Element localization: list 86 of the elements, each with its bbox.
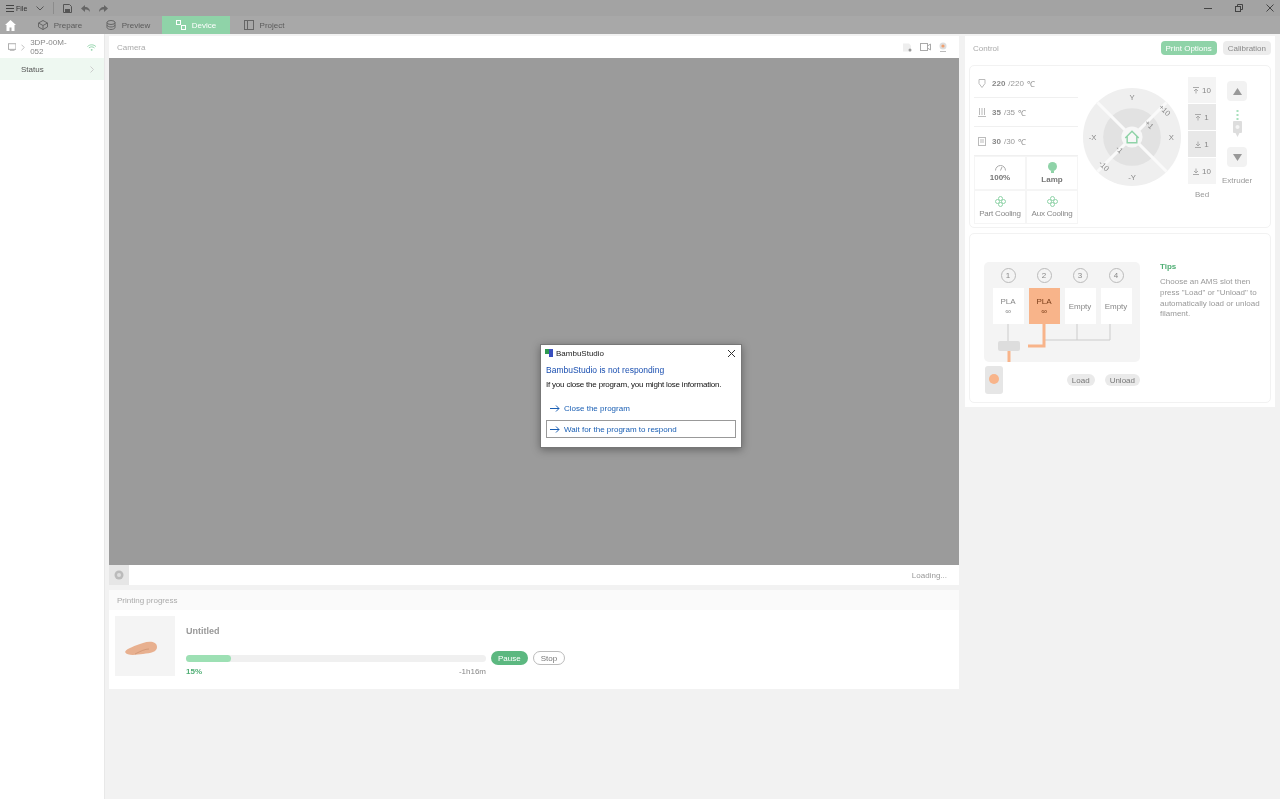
ams-slot[interactable]: PLA ∞ (992, 288, 1024, 324)
temperature-unit: ℃ (1018, 136, 1027, 147)
home-icon[interactable] (5, 19, 16, 31)
arrow-down-icon (1195, 140, 1202, 148)
temperature-unit: ℃ (1026, 78, 1035, 89)
app-icon (545, 349, 553, 357)
camera-status: Loading... (911, 570, 947, 580)
webcam-icon[interactable] (939, 42, 947, 52)
fan-icon[interactable] (994, 196, 1006, 207)
fan-label: Part Cooling (979, 209, 1021, 218)
arrow-up-icon (1195, 113, 1202, 121)
extruder-label: Extruder (1222, 176, 1253, 185)
record-button[interactable] (109, 565, 129, 585)
wifi-icon (86, 43, 96, 51)
lamp-label: Lamp (1041, 175, 1063, 184)
triangle-up-icon (1232, 87, 1242, 95)
panel-icon (243, 20, 254, 30)
ams-slot[interactable]: Empty (1100, 288, 1132, 324)
sd-card-icon[interactable] (902, 42, 912, 52)
load-button[interactable]: Load (1066, 374, 1095, 386)
extrude-up-button[interactable] (1227, 81, 1248, 101)
dialog-title: BambuStudio (556, 348, 605, 358)
dialog-option[interactable]: Wait for the program to respond (546, 420, 736, 438)
control-title: Control (973, 43, 999, 53)
temperature-value: 220 (992, 78, 1006, 88)
restore-icon[interactable] (1235, 4, 1243, 12)
lamp-icon[interactable] (1047, 162, 1057, 173)
dialog-message: If you close the program, you might lose information. (546, 380, 723, 389)
close-icon[interactable] (728, 349, 735, 357)
temperature-target[interactable]: /220 (1008, 78, 1024, 88)
fan-icon[interactable] (1046, 196, 1058, 207)
cylinder-icon (105, 20, 116, 30)
devices-icon (175, 20, 186, 30)
progress-title: Printing progress (117, 595, 178, 605)
camera-title: Camera (117, 42, 146, 52)
ams-slot[interactable]: PLA ∞ (1028, 288, 1060, 324)
chevron-right-icon (21, 43, 26, 51)
temperature-value: 35 (992, 107, 1001, 117)
chevron-down-icon[interactable] (36, 5, 45, 11)
toolhead-icon (984, 366, 1004, 394)
progress-percent: 15% (186, 667, 202, 676)
nozzle-icon (978, 78, 986, 88)
video-camera-icon[interactable] (920, 43, 931, 51)
heat-bed-icon (978, 107, 986, 117)
tips-title: Tips (1160, 262, 1178, 271)
extrude-down-button[interactable] (1227, 147, 1248, 167)
chamber-icon (978, 136, 986, 146)
tab[interactable]: Project (230, 16, 298, 34)
bed-step-button[interactable]: 10 (1188, 77, 1216, 103)
extruder-icon (1231, 110, 1243, 138)
save-icon[interactable] (63, 3, 73, 13)
cube-icon (37, 20, 48, 30)
speed-value: 100% (989, 173, 1011, 182)
device-name[interactable]: 3DP-00M-052 (30, 38, 77, 56)
redo-icon[interactable] (99, 4, 109, 12)
monitor-icon (8, 43, 17, 51)
tab[interactable]: Preview (94, 16, 162, 34)
temperature-target[interactable]: /30 (1003, 136, 1016, 146)
speed-gauge-icon[interactable] (994, 164, 1006, 171)
bed-step-button[interactable]: 1 (1188, 104, 1216, 130)
arrow-right-icon (550, 404, 560, 412)
stop-button[interactable]: Stop (532, 651, 566, 665)
calibration-button[interactable]: Calibration (1222, 41, 1271, 55)
arrow-right-icon (550, 425, 560, 433)
bed-step-button[interactable]: 1 (1188, 131, 1216, 157)
remaining-time: -1h16m (458, 667, 486, 676)
sidebar-item[interactable]: Status (0, 58, 104, 80)
job-name: Untitled (186, 626, 221, 636)
unload-button[interactable]: Unload (1104, 374, 1140, 386)
dialog-heading: BambuStudio is not responding (546, 365, 666, 375)
temperature-unit: ℃ (1018, 107, 1027, 118)
arrow-up-icon (1193, 86, 1200, 94)
record-icon (114, 570, 124, 580)
triangle-down-icon (1232, 153, 1242, 161)
undo-icon[interactable] (81, 4, 91, 12)
chevron-right-icon (90, 65, 94, 73)
bed-step-button[interactable]: 10 (1188, 158, 1216, 184)
pause-button[interactable]: Pause (491, 651, 528, 665)
ams-slot[interactable]: Empty (1064, 288, 1096, 324)
tips-text: Choose an AMS slot then press "Load" or "Unload" to automatically load or unload filament. (1160, 277, 1260, 321)
temperature-value: 30 (992, 136, 1001, 146)
fan-label: Aux Cooling (1031, 209, 1073, 218)
tab[interactable]: Prepare (26, 16, 94, 34)
temperature-target[interactable]: /35 (1003, 107, 1016, 117)
bed-label: Bed (1194, 190, 1210, 199)
arrow-down-icon (1193, 167, 1200, 175)
